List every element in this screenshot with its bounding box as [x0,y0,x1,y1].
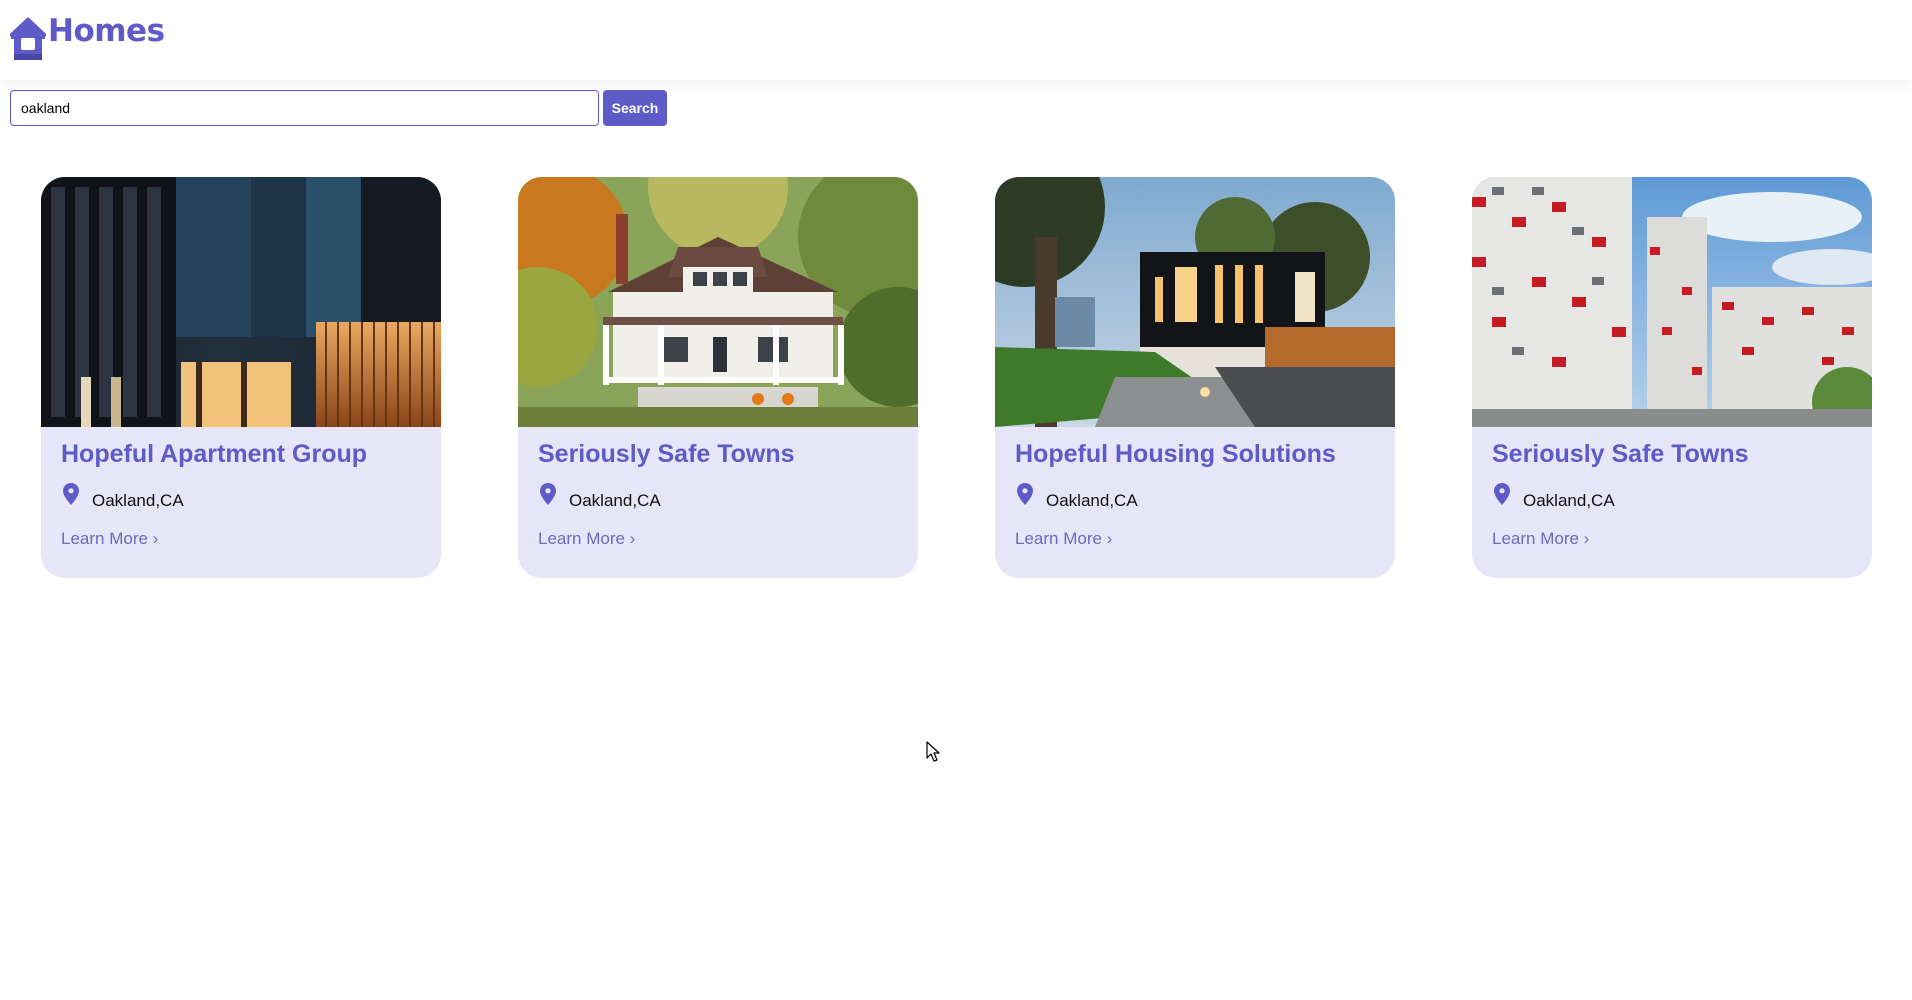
listing-location-text: Oakland,CA [1046,491,1138,510]
search-bar: Search [10,90,667,126]
listing-card[interactable]: Seriously Safe Towns Oakland,CA Learn Mo… [518,177,918,578]
listing-location-text: Oakland,CA [1523,491,1615,510]
mouse-cursor-icon [926,741,940,762]
listing-card[interactable]: Hopeful Housing Solutions Oakland,CA Lea… [995,177,1395,578]
app-header: Homes [0,0,1912,80]
listing-grid: Hopeful Apartment Group Oakland,CA Learn… [0,177,1912,578]
listing-title: Hopeful Housing Solutions [1015,440,1336,468]
map-pin-icon [540,483,556,505]
listing-location: Oakland,CA [63,483,184,511]
listing-title: Seriously Safe Towns [538,440,795,468]
listing-title: Hopeful Apartment Group [61,440,368,468]
map-pin-icon [1017,483,1033,505]
learn-more-link[interactable]: Learn More › [1015,529,1112,549]
listing-location-text: Oakland,CA [92,491,184,510]
listing-image-red-white-towers [1472,177,1872,427]
map-pin-icon [63,483,79,505]
listing-title: Seriously Safe Towns [1492,440,1749,468]
listing-image-modern-dark-apartment [41,177,441,427]
learn-more-link[interactable]: Learn More › [61,529,158,549]
search-button[interactable]: Search [603,90,667,126]
listing-image-white-porch-house [518,177,918,427]
learn-more-link[interactable]: Learn More › [538,529,635,549]
search-input[interactable] [10,90,599,126]
listing-location: Oakland,CA [1494,483,1615,511]
learn-more-link[interactable]: Learn More › [1492,529,1589,549]
listing-location: Oakland,CA [1017,483,1138,511]
map-pin-icon [1494,483,1510,505]
listing-card[interactable]: Seriously Safe Towns Oakland,CA Learn Mo… [1472,177,1872,578]
logo-link[interactable]: Homes [10,13,165,62]
listing-location: Oakland,CA [540,483,661,511]
app-title: Homes [48,13,165,49]
listing-location-text: Oakland,CA [569,491,661,510]
listing-card[interactable]: Hopeful Apartment Group Oakland,CA Learn… [41,177,441,578]
house-icon [10,17,46,60]
listing-image-modern-house-at-dusk [995,177,1395,427]
